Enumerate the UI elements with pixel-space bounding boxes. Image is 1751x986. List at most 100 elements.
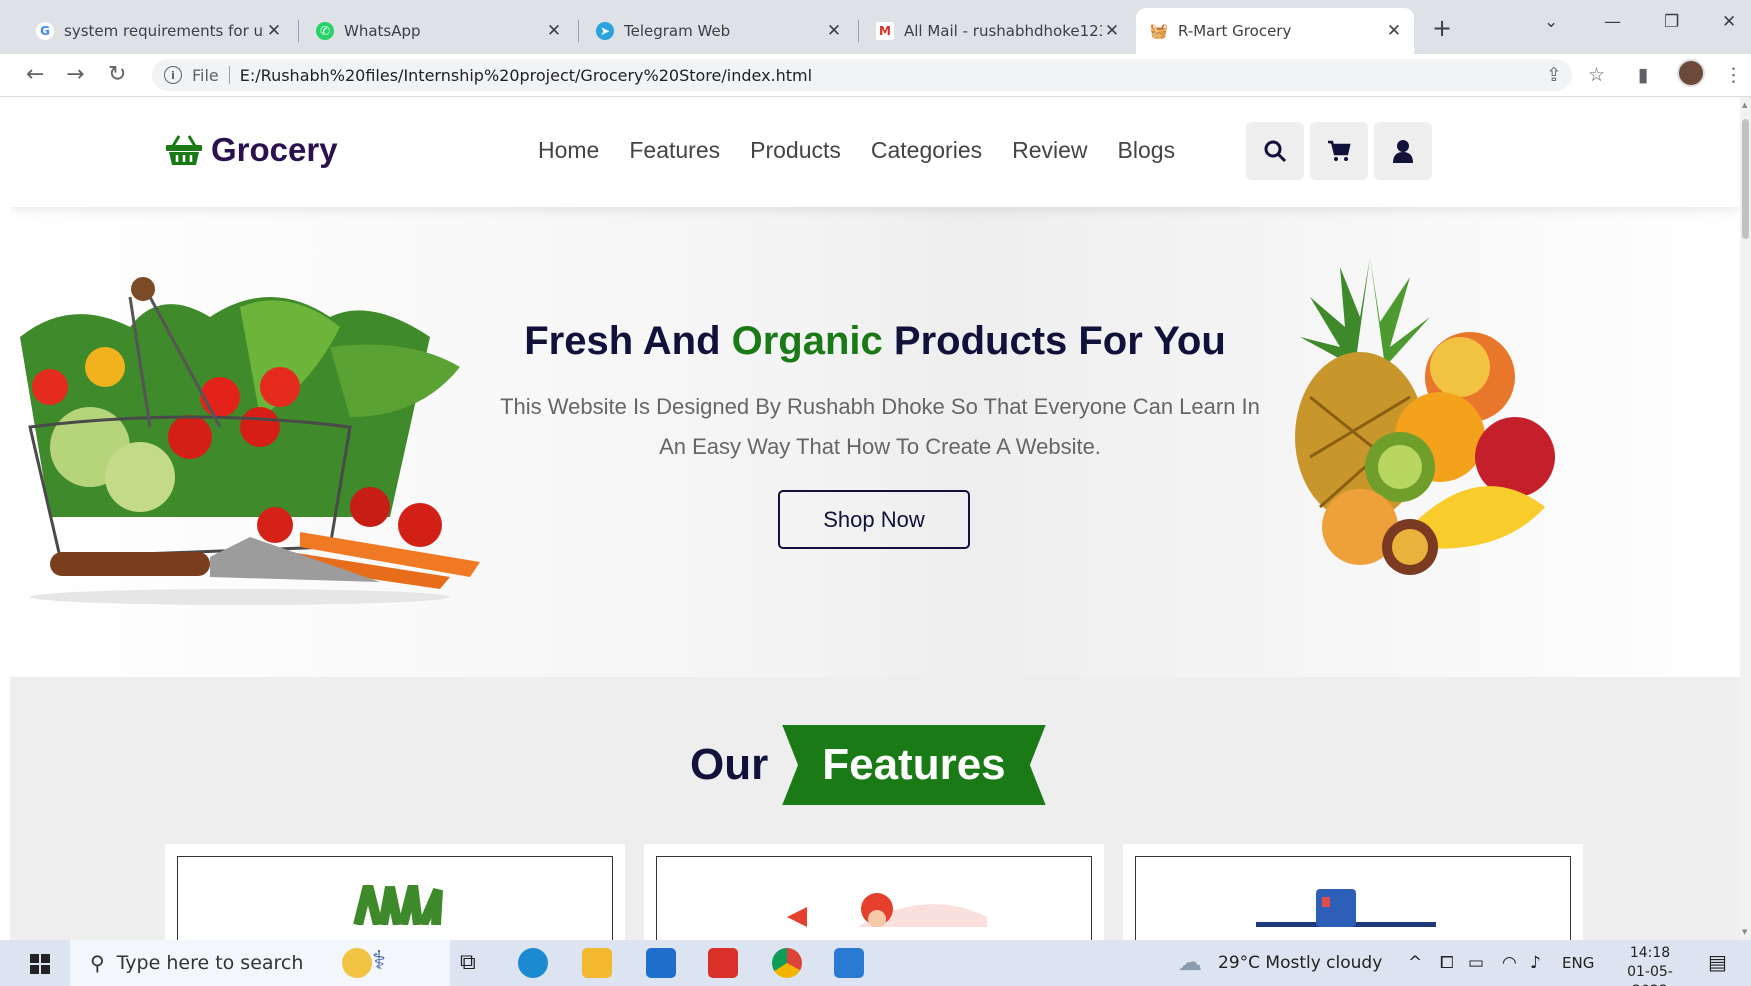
side-panel-icon[interactable]: ▮ — [1638, 64, 1648, 86]
taskbar-search-box[interactable]: ⚲ Type here to search ⚕ — [70, 940, 450, 986]
profile-avatar[interactable] — [1677, 59, 1705, 87]
google-icon: G — [36, 22, 54, 40]
edge-icon[interactable] — [518, 948, 548, 978]
feature-card-frame — [1135, 856, 1571, 940]
battery-icon[interactable]: ▭ — [1468, 940, 1484, 986]
hero-title-part: Products For You — [882, 319, 1226, 363]
file-explorer-icon[interactable] — [582, 948, 612, 978]
back-arrow-icon[interactable]: ← — [26, 62, 44, 87]
tab-gmail[interactable]: M All Mail - rushabhdhoke1234 ✕ — [862, 8, 1132, 54]
hero-title-part: Fresh And — [524, 319, 732, 363]
tray-chevron-icon[interactable]: ^ — [1408, 940, 1422, 986]
stethoscope-icon: ⚕ — [372, 946, 387, 976]
features-section: Our Features — [10, 677, 1740, 940]
site-logo[interactable]: Grocery — [165, 131, 338, 169]
tab-telegram[interactable]: ➤ Telegram Web ✕ — [582, 8, 854, 54]
wifi-icon[interactable]: ◠ — [1502, 940, 1517, 986]
notifications-icon[interactable]: ▤ — [1708, 950, 1727, 974]
search-highlight-icon — [342, 948, 372, 978]
clock-date: 01-05-2023 — [1627, 964, 1673, 986]
close-icon[interactable]: ✕ — [1102, 21, 1122, 41]
tab-title: WhatsApp — [344, 22, 421, 40]
task-view-icon[interactable]: ⧉ — [460, 950, 476, 975]
user-button[interactable] — [1374, 122, 1432, 180]
language-indicator[interactable]: ENG — [1562, 940, 1594, 986]
minimize-icon[interactable]: — — [1604, 12, 1621, 32]
close-window-icon[interactable]: ✕ — [1722, 12, 1736, 32]
vscode-icon[interactable] — [834, 948, 864, 978]
feature-card-frame — [656, 856, 1092, 940]
basket-icon: 🧺 — [1149, 22, 1169, 40]
chrome-icon[interactable] — [772, 948, 802, 978]
url-text[interactable]: E:/Rushabh%20files/Internship%20project/… — [240, 66, 812, 85]
clock-time: 14:18 — [1629, 945, 1671, 961]
feature-card — [1123, 844, 1583, 940]
scroll-down-icon[interactable]: ▼ — [1742, 928, 1747, 936]
nav-review[interactable]: Review — [1012, 137, 1087, 164]
page-scrollbar[interactable]: ▲ ▼ — [1740, 97, 1751, 940]
volume-icon[interactable]: ♪ — [1530, 940, 1541, 986]
bookmark-star-icon[interactable]: ☆ — [1588, 64, 1605, 86]
web-page: Grocery Home Features Products Categorie… — [10, 97, 1740, 940]
forward-arrow-icon[interactable]: → — [66, 62, 84, 87]
tab-google-search[interactable]: G system requirements for usin ✕ — [22, 8, 294, 54]
tab-title: system requirements for usin — [64, 22, 264, 40]
tab-title: All Mail - rushabhdhoke1234 — [904, 22, 1102, 40]
windows-taskbar: ⚲ Type here to search ⚕ ⧉ ☁ 29°C Mostly … — [0, 940, 1751, 986]
clock[interactable]: 14:18 01-05-2023 — [1610, 944, 1690, 986]
weather-text[interactable]: 29°C Mostly cloudy — [1218, 940, 1382, 986]
tab-whatsapp[interactable]: ✆ WhatsApp ✕ — [302, 8, 574, 54]
tab-separator — [298, 20, 299, 42]
user-icon — [1393, 140, 1413, 163]
nav-home[interactable]: Home — [538, 137, 599, 164]
search-icon: ⚲ — [90, 951, 105, 975]
close-icon[interactable]: ✕ — [1384, 21, 1404, 41]
feature-card — [644, 844, 1104, 940]
close-icon[interactable]: ✕ — [544, 21, 564, 41]
close-icon[interactable]: ✕ — [824, 21, 844, 41]
reload-icon[interactable]: ↻ — [108, 62, 126, 87]
share-icon[interactable]: ⇪ — [1546, 64, 1562, 86]
mail-icon[interactable] — [646, 948, 676, 978]
cart-icon — [1328, 140, 1351, 161]
divider — [228, 66, 230, 84]
tab-separator — [578, 20, 579, 42]
scroll-up-icon[interactable]: ▲ — [1742, 101, 1747, 109]
features-heading-ribbon: Features — [782, 725, 1046, 805]
cart-button[interactable] — [1310, 122, 1368, 180]
restore-icon[interactable]: ❐ — [1664, 12, 1679, 32]
info-icon[interactable]: i — [164, 66, 182, 84]
address-bar[interactable]: i File E:/Rushabh%20files/Internship%20p… — [152, 59, 1572, 91]
main-nav: Home Features Products Categories Review… — [538, 137, 1175, 164]
tab-separator — [858, 20, 859, 42]
nav-products[interactable]: Products — [750, 137, 841, 164]
windows-start-icon[interactable] — [30, 954, 50, 974]
search-button[interactable] — [1246, 122, 1304, 180]
logo-text: Grocery — [211, 131, 338, 168]
search-icon — [1264, 140, 1287, 163]
nav-blogs[interactable]: Blogs — [1118, 137, 1176, 164]
close-icon[interactable]: ✕ — [264, 21, 284, 41]
file-label: File — [192, 65, 219, 85]
browser-tab-strip: G system requirements for usin ✕ ✆ Whats… — [0, 0, 1751, 54]
nav-categories[interactable]: Categories — [871, 137, 982, 164]
browser-toolbar: ← → ↻ i File E:/Rushabh%20files/Internsh… — [0, 54, 1751, 97]
vegetables-image — [353, 885, 443, 925]
tab-r-mart-grocery[interactable]: 🧺 R-Mart Grocery ✕ — [1136, 8, 1414, 54]
tab-search-chevron-icon[interactable]: ⌄ — [1544, 12, 1558, 32]
delivery-image — [787, 893, 987, 927]
meet-now-icon[interactable]: ⧠ — [1440, 940, 1454, 986]
feature-card-frame — [177, 856, 613, 940]
wps-office-icon[interactable] — [708, 948, 738, 978]
shop-now-button[interactable]: Shop Now — [778, 490, 970, 549]
cloudy-weather-icon: ☁ — [1178, 948, 1202, 976]
whatsapp-icon: ✆ — [316, 22, 334, 40]
telegram-icon: ➤ — [596, 22, 614, 40]
scrollbar-thumb[interactable] — [1742, 119, 1749, 239]
hero-title-highlight: Organic — [731, 319, 883, 363]
new-tab-plus-icon[interactable]: + — [1432, 14, 1452, 42]
hero-subtitle: This Website Is Designed By Rushabh Dhok… — [500, 394, 1260, 459]
nav-features[interactable]: Features — [629, 137, 720, 164]
kebab-menu-icon[interactable]: ⋮ — [1724, 64, 1743, 86]
fruit-bowl-image — [1295, 257, 1555, 575]
